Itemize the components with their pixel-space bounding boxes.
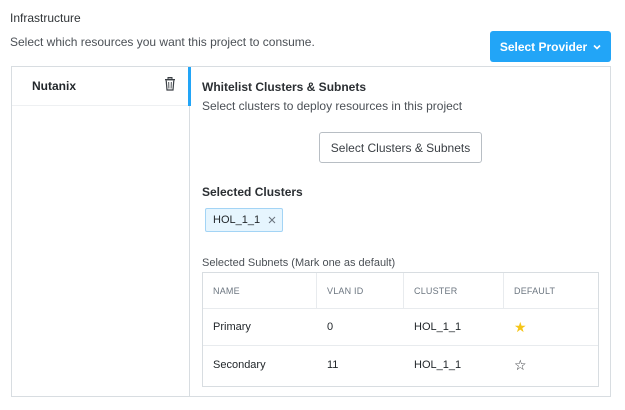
trash-icon[interactable] (164, 77, 176, 91)
whitelist-description: Select clusters to deploy resources in t… (202, 99, 463, 113)
subnet-cluster: HOL_1_1 (414, 358, 462, 371)
subnet-vlan: 11 (327, 358, 339, 371)
subnet-name: Secondary (213, 358, 266, 371)
select-clusters-subnets-button[interactable]: Select Clusters & Subnets (319, 132, 482, 163)
subnet-name: Primary (213, 321, 251, 333)
default-cell: ☆ (504, 346, 598, 383)
sidebar-item-label: Nutanix (32, 79, 77, 93)
active-indicator (188, 67, 191, 106)
column-header-vlan: VLAN ID (317, 273, 404, 308)
selected-subnets-title: Selected Subnets (Mark one as default) (202, 257, 396, 269)
subnets-table: NAME VLAN ID CLUSTER DEFAULT Primary 0 H… (202, 272, 599, 387)
cluster-tag-label: HOL_1_1 (213, 214, 261, 226)
column-header-name: NAME (203, 273, 317, 308)
section-title: Infrastructure (10, 11, 81, 25)
whitelist-content: Whitelist Clusters & Subnets Select clus… (202, 67, 610, 396)
star-filled-icon[interactable]: ★ (514, 320, 527, 334)
provider-panel: Nutanix Whitelist Clusters & Subnets Sel… (11, 66, 611, 397)
select-provider-label: Select Provider (499, 39, 588, 54)
column-header-default: DEFAULT (514, 285, 556, 296)
default-cell: ★ (504, 309, 598, 345)
table-row: Secondary 11 HOL_1_1 ☆ (203, 346, 598, 383)
whitelist-title: Whitelist Clusters & Subnets (202, 80, 367, 94)
star-outline-icon[interactable]: ☆ (514, 358, 527, 372)
selected-clusters-title: Selected Clusters (202, 185, 303, 199)
table-row: Primary 0 HOL_1_1 ★ (203, 309, 598, 346)
close-icon[interactable] (268, 214, 276, 226)
chevron-down-icon (593, 44, 601, 50)
column-header-cluster: CLUSTER (404, 273, 504, 308)
table-header: NAME VLAN ID CLUSTER DEFAULT (203, 273, 598, 309)
section-description: Select which resources you want this pro… (10, 35, 315, 49)
subnet-cluster: HOL_1_1 (414, 321, 462, 333)
subnet-vlan: 0 (327, 321, 334, 333)
select-provider-button[interactable]: Select Provider (490, 31, 611, 62)
cluster-tag: HOL_1_1 (205, 208, 284, 232)
sidebar-item-nutanix[interactable]: Nutanix (12, 67, 189, 106)
provider-sidebar: Nutanix (12, 67, 191, 396)
